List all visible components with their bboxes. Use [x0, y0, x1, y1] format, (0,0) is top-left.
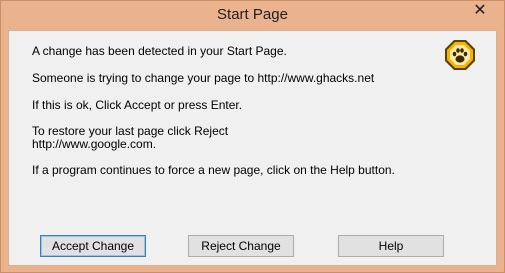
close-icon: ✕: [473, 2, 487, 19]
change-target-text: Someone is trying to change your page to…: [32, 71, 375, 85]
title-bar[interactable]: Start Page ✕: [1, 1, 504, 30]
close-button[interactable]: ✕: [465, 1, 495, 21]
help-instruction-text: If a program continues to force a new pa…: [32, 163, 395, 177]
window-title: Start Page: [217, 6, 288, 23]
accept-instruction-text: If this is ok, Click Accept or press Ent…: [32, 98, 243, 112]
dialog-body: A change has been detected in your Start…: [8, 30, 497, 266]
restore-url-text: http://www.google.com.: [32, 137, 157, 151]
accept-change-button[interactable]: Accept Change: [40, 235, 146, 257]
paw-print-octagon-icon: [445, 40, 475, 70]
change-detected-text: A change has been detected in your Start…: [32, 44, 287, 58]
help-button[interactable]: Help: [338, 235, 444, 257]
start-page-dialog: Start Page ✕ A change has been detected …: [0, 0, 505, 273]
reject-change-button[interactable]: Reject Change: [188, 235, 294, 257]
